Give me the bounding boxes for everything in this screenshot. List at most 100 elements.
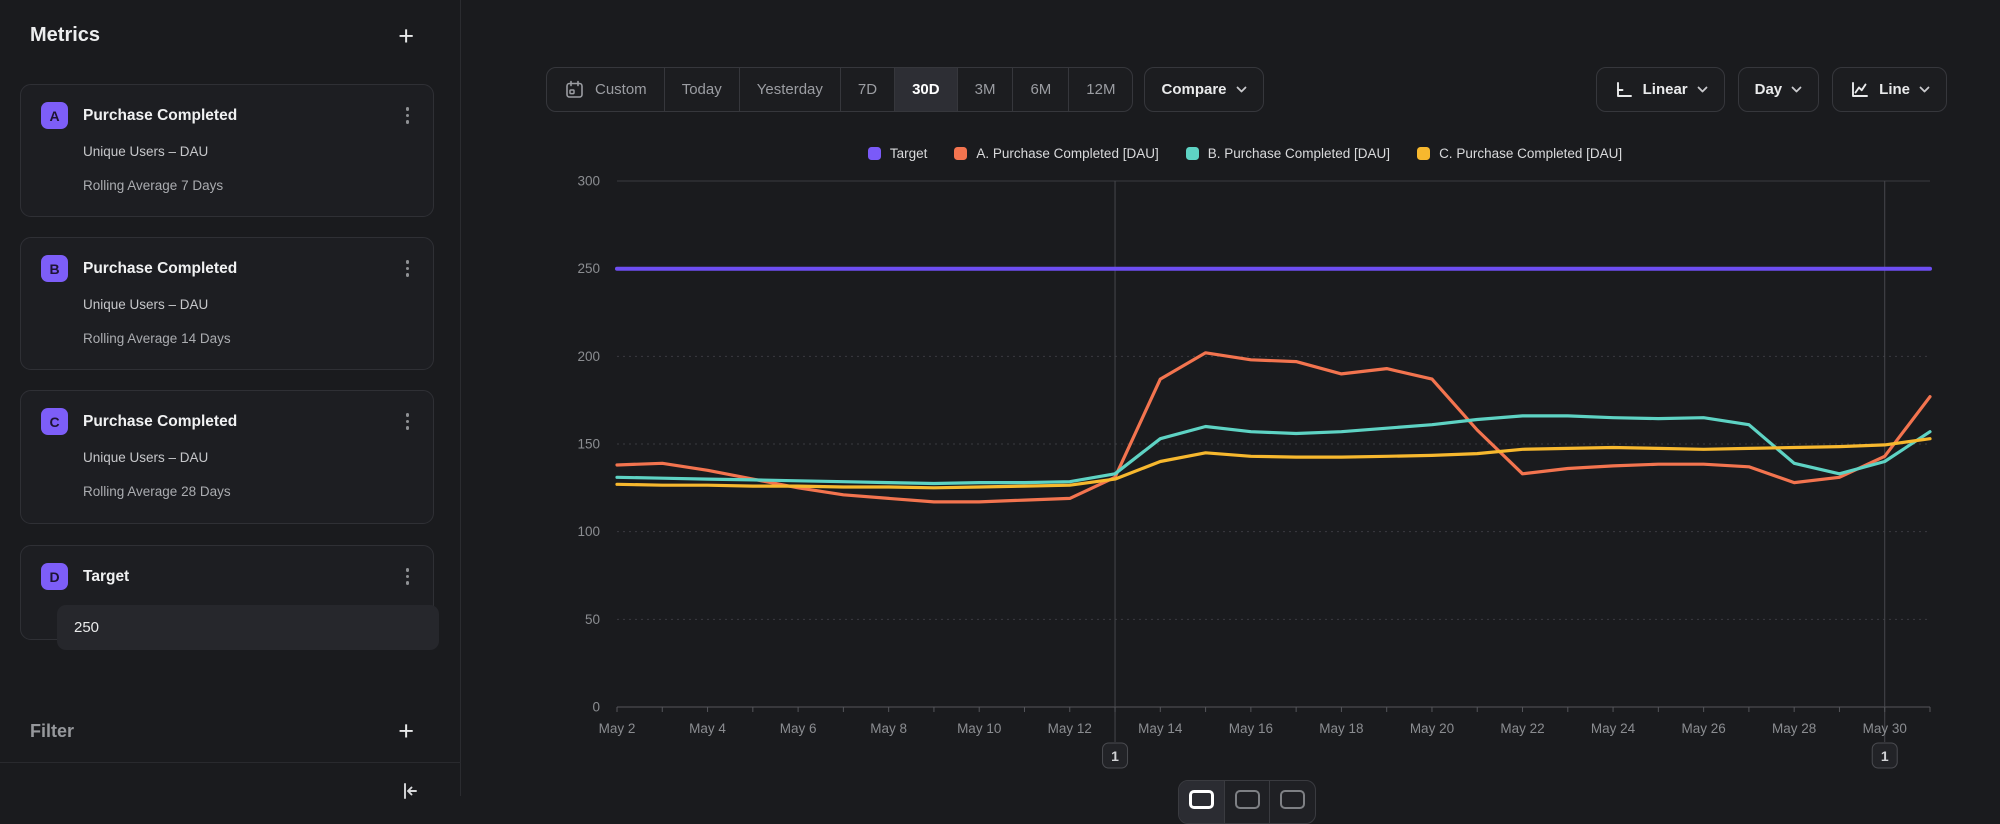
annotation-badge-label: 1 <box>1881 748 1889 764</box>
metric-measurement[interactable]: Unique Users – DAU <box>83 450 415 465</box>
date-range-segmented-control: Custom Today Yesterday 7D 30D 3M 6M 12M <box>546 67 1133 112</box>
metric-rolling-average[interactable]: Rolling Average 28 Days <box>83 484 415 499</box>
metric-title: Purchase Completed <box>83 413 237 431</box>
x-axis-label: May 14 <box>1138 721 1183 736</box>
metric-rolling-average[interactable]: Rolling Average 7 Days <box>83 178 415 193</box>
metric-options-button[interactable] <box>400 564 416 589</box>
x-axis-label: May 26 <box>1681 721 1725 736</box>
x-axis-label: May 22 <box>1500 721 1544 736</box>
date-range-3m[interactable]: 3M <box>957 68 1013 111</box>
x-axis-label: May 18 <box>1319 721 1363 736</box>
compare-label: Compare <box>1161 81 1226 98</box>
add-metric-button[interactable]: + <box>398 25 414 47</box>
filter-header-row: Filter + <box>30 720 414 742</box>
table-view-icon <box>1235 790 1260 809</box>
legend-swatch <box>1417 147 1430 160</box>
legend-label: A. Purchase Completed [DAU] <box>976 146 1158 161</box>
compare-button[interactable]: Compare <box>1144 67 1263 112</box>
filter-header: Filter <box>30 721 74 742</box>
add-filter-button[interactable]: + <box>398 720 414 742</box>
collapse-left-icon <box>398 791 422 806</box>
date-range-label: 12M <box>1086 81 1115 98</box>
chevron-down-icon <box>1236 86 1247 93</box>
legend-item-target[interactable]: Target <box>868 146 928 161</box>
calendar-icon <box>564 79 585 100</box>
chart-view-icon <box>1189 790 1214 809</box>
date-range-12m[interactable]: 12M <box>1068 68 1132 111</box>
date-range-custom[interactable]: Custom <box>547 68 664 111</box>
y-axis-label: 100 <box>577 524 600 539</box>
legend-item-b[interactable]: B. Purchase Completed [DAU] <box>1186 146 1390 161</box>
metric-card-a[interactable]: A Purchase Completed Unique Users – DAU … <box>20 84 434 217</box>
y-axis-label: 50 <box>585 612 600 627</box>
date-range-30d[interactable]: 30D <box>894 68 957 111</box>
x-axis-label: May 2 <box>599 721 636 736</box>
date-range-label: 3M <box>975 81 996 98</box>
date-range-today[interactable]: Today <box>664 68 739 111</box>
x-axis-label: May 28 <box>1772 721 1816 736</box>
chart-type-selector-button[interactable]: Line <box>1832 67 1947 112</box>
metric-card-c[interactable]: C Purchase Completed Unique Users – DAU … <box>20 390 434 524</box>
interval-selector-button[interactable]: Day <box>1738 67 1820 112</box>
metric-card-b[interactable]: B Purchase Completed Unique Users – DAU … <box>20 237 434 370</box>
scale-label: Linear <box>1643 81 1688 98</box>
metric-title: Purchase Completed <box>83 107 237 125</box>
chart-display-toggle <box>1178 780 1316 824</box>
line-chart-icon <box>1849 79 1870 100</box>
x-axis-label: May 20 <box>1410 721 1454 736</box>
y-axis-label: 0 <box>592 700 600 715</box>
sidebar-divider <box>0 762 461 763</box>
x-axis-label: May 8 <box>870 721 907 736</box>
legend-label: B. Purchase Completed [DAU] <box>1208 146 1390 161</box>
x-axis-label: May 4 <box>689 721 726 736</box>
metric-options-button[interactable] <box>400 256 416 281</box>
y-axis-label: 200 <box>577 349 600 364</box>
annotation-badge-label: 1 <box>1111 748 1119 764</box>
line-chart[interactable]: 05010015020025030011May 2May 4May 6May 8… <box>540 170 2000 796</box>
date-range-yesterday[interactable]: Yesterday <box>739 68 840 111</box>
legend-swatch <box>868 147 881 160</box>
chart-toolbar: Custom Today Yesterday 7D 30D 3M 6M 12M … <box>546 67 1947 112</box>
metric-badge-b: B <box>41 255 68 282</box>
date-range-label: 6M <box>1030 81 1051 98</box>
y-axis-label: 250 <box>577 261 600 276</box>
x-axis-label: May 30 <box>1863 721 1907 736</box>
scale-selector-button[interactable]: Linear <box>1596 67 1725 112</box>
display-toggle-table[interactable] <box>1224 781 1270 823</box>
date-range-label: Custom <box>595 81 647 98</box>
metrics-sidebar: Metrics + A Purchase Completed Unique Us… <box>0 0 461 796</box>
display-toggle-metric[interactable] <box>1269 781 1315 823</box>
legend-item-a[interactable]: A. Purchase Completed [DAU] <box>954 146 1158 161</box>
x-axis-label: May 12 <box>1048 721 1092 736</box>
metric-rolling-average[interactable]: Rolling Average 14 Days <box>83 331 415 346</box>
interval-label: Day <box>1755 81 1783 98</box>
display-toggle-chart[interactable] <box>1179 781 1224 823</box>
metric-badge-a: A <box>41 102 68 129</box>
chevron-down-icon <box>1919 86 1930 93</box>
x-axis-label: May 24 <box>1591 721 1636 736</box>
collapse-sidebar-button[interactable] <box>398 779 422 806</box>
chevron-down-icon <box>1697 86 1708 93</box>
chevron-down-icon <box>1791 86 1802 93</box>
metrics-header: Metrics <box>30 24 100 47</box>
metric-badge-c: C <box>41 408 68 435</box>
metric-view-icon <box>1280 790 1305 809</box>
metric-measurement[interactable]: Unique Users – DAU <box>83 297 415 312</box>
metric-title: Purchase Completed <box>83 260 237 278</box>
metric-options-button[interactable] <box>400 409 416 434</box>
metric-badge-d: D <box>41 563 68 590</box>
metric-measurement[interactable]: Unique Users – DAU <box>83 144 415 159</box>
date-range-6m[interactable]: 6M <box>1012 68 1068 111</box>
target-value-input[interactable] <box>57 605 439 650</box>
x-axis-label: May 16 <box>1229 721 1273 736</box>
legend-item-c[interactable]: C. Purchase Completed [DAU] <box>1417 146 1622 161</box>
metrics-header-row: Metrics + <box>30 24 414 47</box>
legend-swatch <box>954 147 967 160</box>
metric-options-button[interactable] <box>400 103 416 128</box>
y-axis-label: 300 <box>577 174 600 189</box>
legend-label: C. Purchase Completed [DAU] <box>1439 146 1622 161</box>
chart-type-label: Line <box>1879 81 1910 98</box>
target-card[interactable]: D Target <box>20 545 434 640</box>
date-range-7d[interactable]: 7D <box>840 68 894 111</box>
legend-label: Target <box>890 146 928 161</box>
